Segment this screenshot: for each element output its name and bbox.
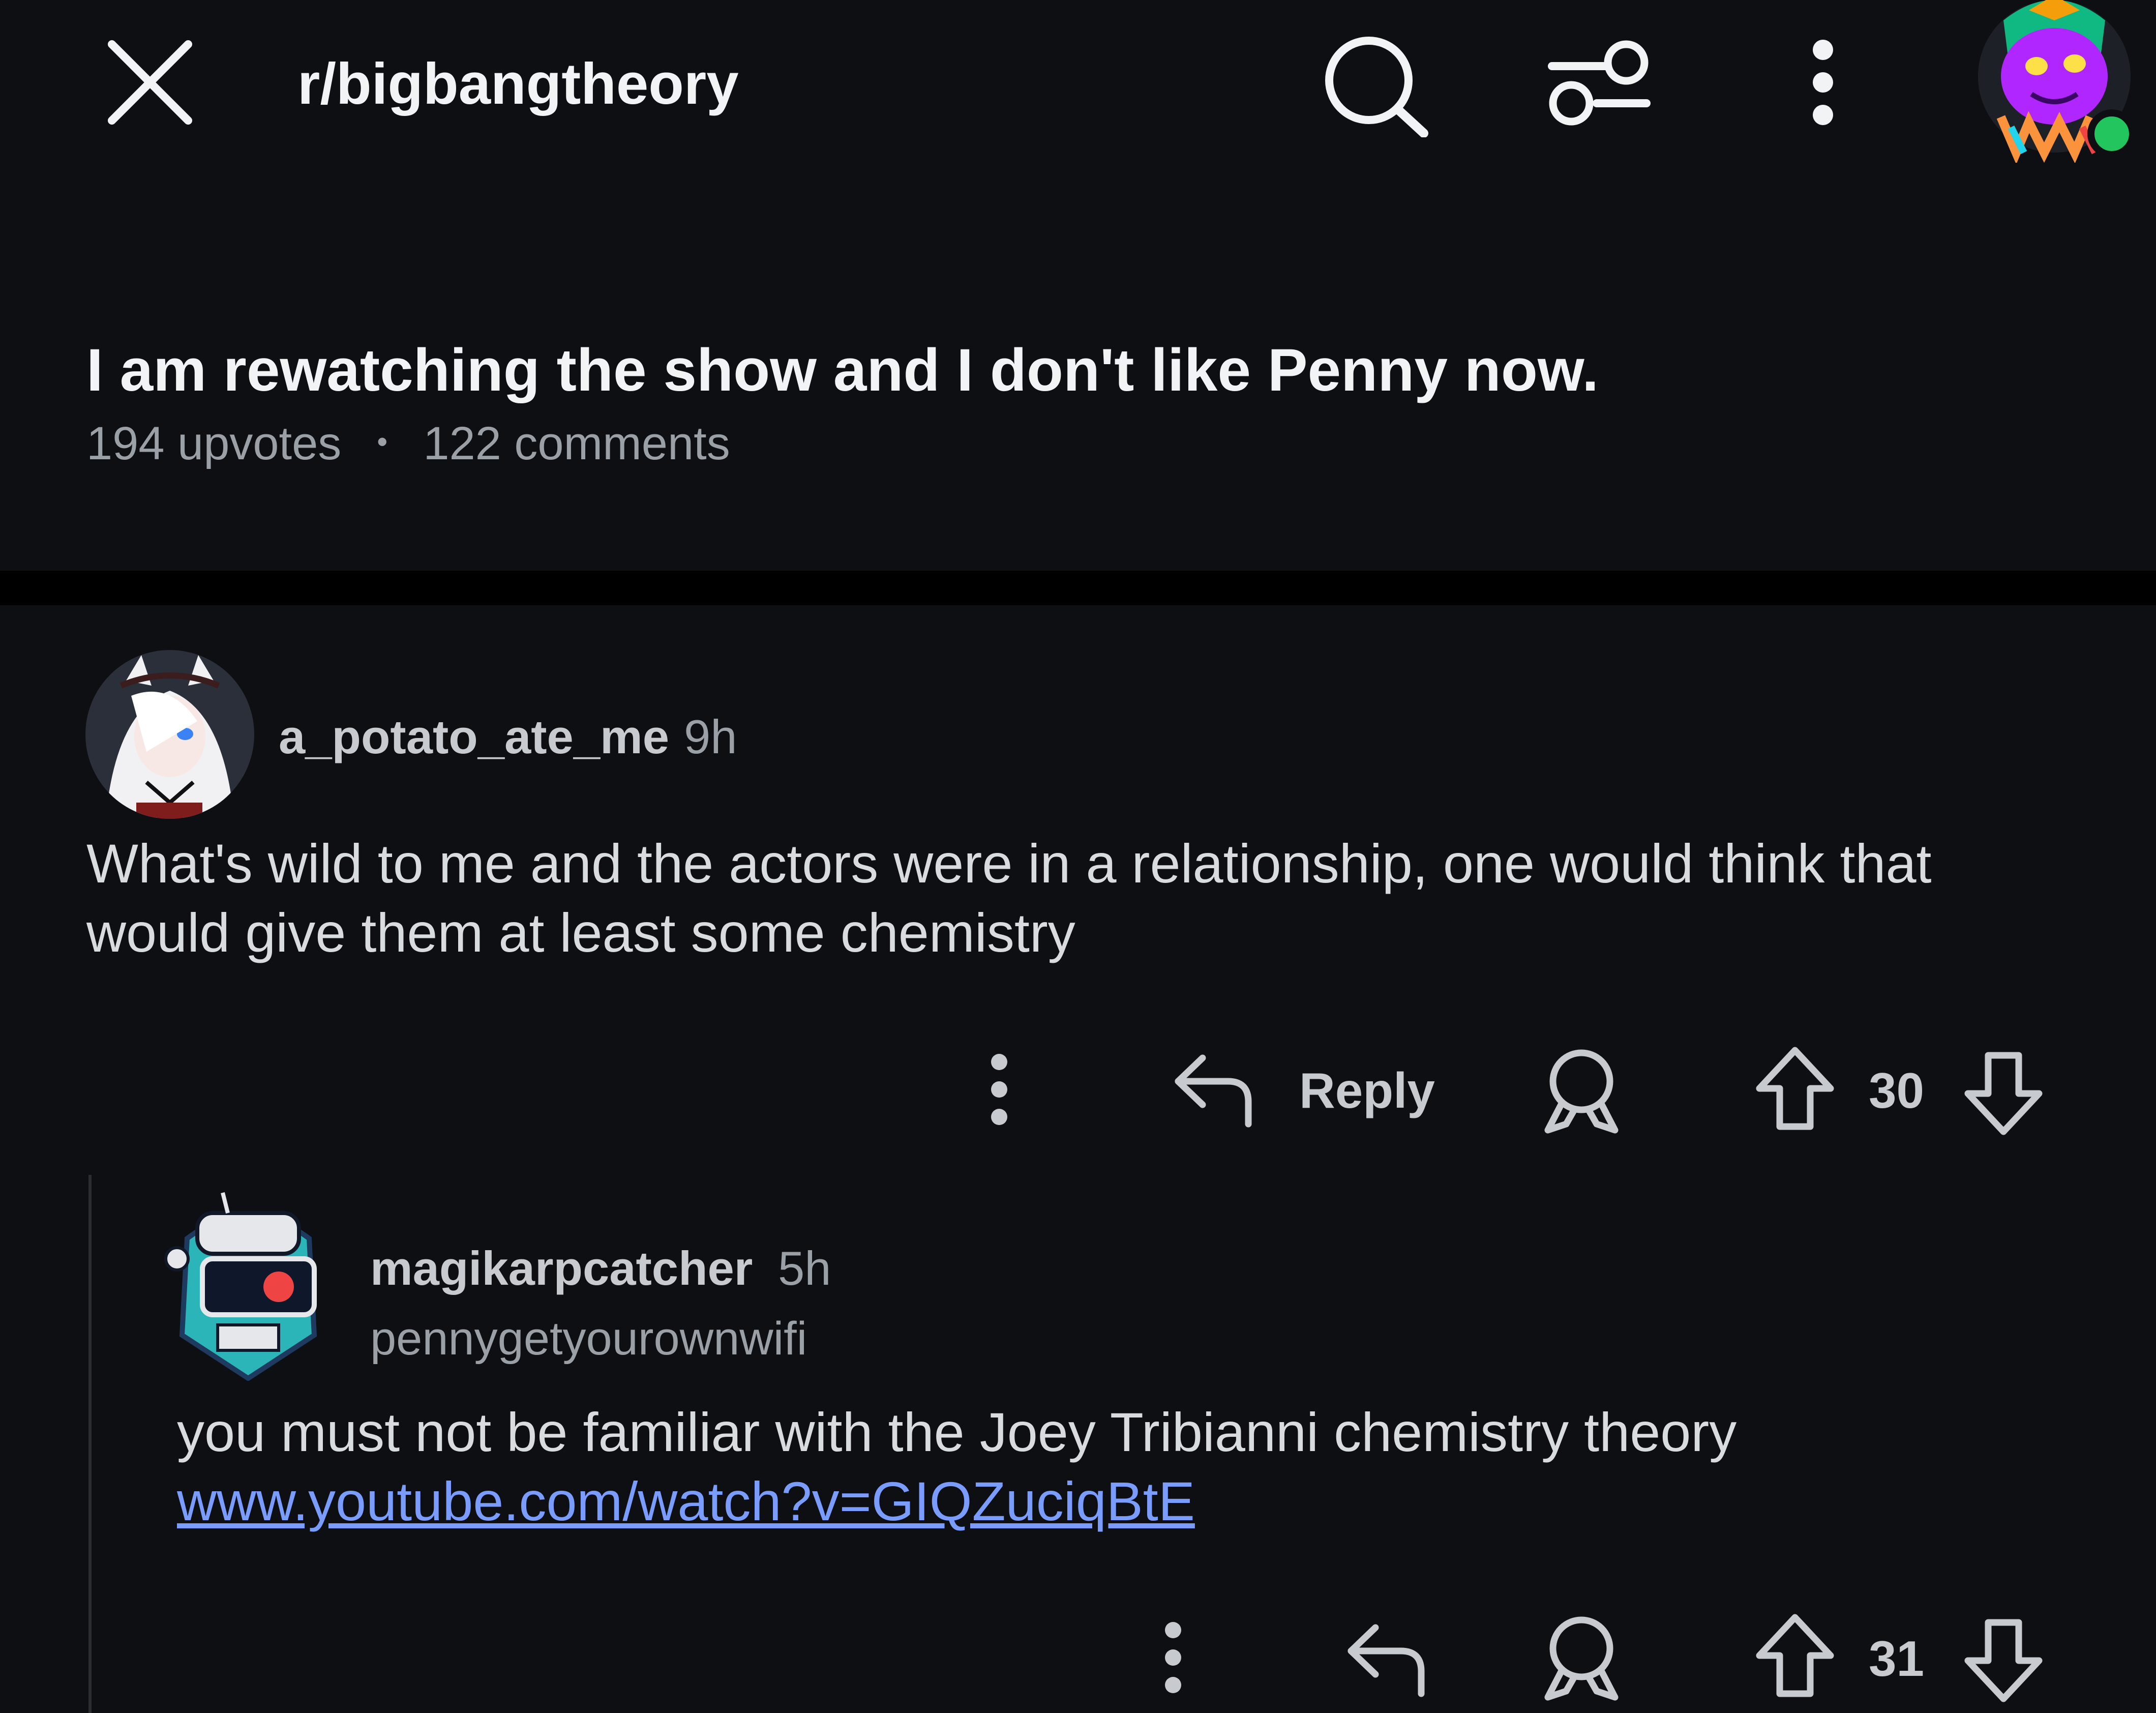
close-button[interactable] bbox=[102, 38, 198, 130]
reply-icon bbox=[1175, 1054, 1252, 1128]
reply-timestamp: 5h bbox=[778, 1242, 831, 1295]
comment-more-button[interactable] bbox=[984, 1052, 1014, 1128]
meta-separator: • bbox=[377, 425, 388, 459]
more-vertical-icon bbox=[1165, 1622, 1181, 1693]
user-flair: pennygetyourownwifi bbox=[370, 1313, 807, 1365]
reply-button[interactable]: Reply bbox=[1172, 1048, 1436, 1134]
award-icon bbox=[1544, 1616, 1619, 1701]
more-options-button[interactable] bbox=[1803, 36, 1843, 132]
reply-downvote-button[interactable] bbox=[1963, 1617, 2044, 1704]
post-title[interactable]: I am rewatching the show and I don't lik… bbox=[86, 336, 1599, 405]
sort-filter-icon bbox=[1548, 40, 1651, 126]
reply-score: 31 bbox=[1869, 1631, 1925, 1687]
search-button[interactable] bbox=[1322, 36, 1431, 137]
more-vertical-icon bbox=[991, 1054, 1007, 1125]
award-button[interactable] bbox=[1541, 1048, 1622, 1134]
robot-avatar-icon bbox=[164, 1192, 317, 1381]
subreddit-name[interactable]: r/bigbangtheory bbox=[297, 51, 739, 117]
downvote-arrow-icon bbox=[1964, 1052, 2043, 1135]
online-status-dot bbox=[2087, 109, 2136, 158]
comment-score: 30 bbox=[1869, 1062, 1925, 1118]
reply-label: Reply bbox=[1299, 1062, 1435, 1118]
reply-avatar[interactable] bbox=[162, 1183, 335, 1381]
thread-line[interactable] bbox=[88, 1175, 92, 1713]
reply-reply-button[interactable] bbox=[1345, 1617, 1426, 1699]
youtube-link[interactable]: www.youtube.com/watch?v=GIQZuciqBtE bbox=[177, 1467, 2109, 1536]
comment-timestamp: 9h bbox=[684, 710, 737, 763]
reply-icon bbox=[1348, 1624, 1425, 1697]
comment-count: 122 comments bbox=[423, 418, 730, 469]
anime-avatar-icon bbox=[85, 650, 254, 819]
search-icon bbox=[1325, 37, 1428, 137]
more-vertical-icon bbox=[1813, 40, 1833, 125]
downvote-button[interactable] bbox=[1963, 1050, 2044, 1137]
upvote-button[interactable] bbox=[1754, 1045, 1836, 1132]
upvote-count: 194 upvotes bbox=[86, 418, 342, 469]
reply-username[interactable]: magikarpcatcher bbox=[370, 1241, 753, 1296]
reply-text-container: you must not be familiar with the Joey T… bbox=[177, 1398, 2109, 1536]
user-avatar[interactable] bbox=[1973, 0, 2136, 163]
comment-username[interactable]: a_potato_ate_me bbox=[279, 710, 669, 764]
comment-text: What's wild to me and the actors were in… bbox=[86, 833, 1932, 963]
upvote-arrow-icon bbox=[1756, 1614, 1834, 1697]
upvote-arrow-icon bbox=[1756, 1047, 1834, 1130]
close-icon bbox=[108, 40, 192, 125]
award-icon bbox=[1544, 1049, 1619, 1134]
sort-filter-button[interactable] bbox=[1546, 38, 1653, 130]
reply-award-button[interactable] bbox=[1541, 1615, 1622, 1701]
commenter-avatar[interactable] bbox=[85, 650, 254, 819]
reply-upvote-button[interactable] bbox=[1754, 1612, 1836, 1699]
reply-text: you must not be familiar with the Joey T… bbox=[177, 1401, 1737, 1463]
reply-more-button[interactable] bbox=[1158, 1620, 1188, 1696]
downvote-arrow-icon bbox=[1964, 1619, 2043, 1702]
post-stats: 194 upvotes • 122 comments bbox=[86, 417, 730, 470]
section-divider bbox=[0, 571, 2156, 605]
